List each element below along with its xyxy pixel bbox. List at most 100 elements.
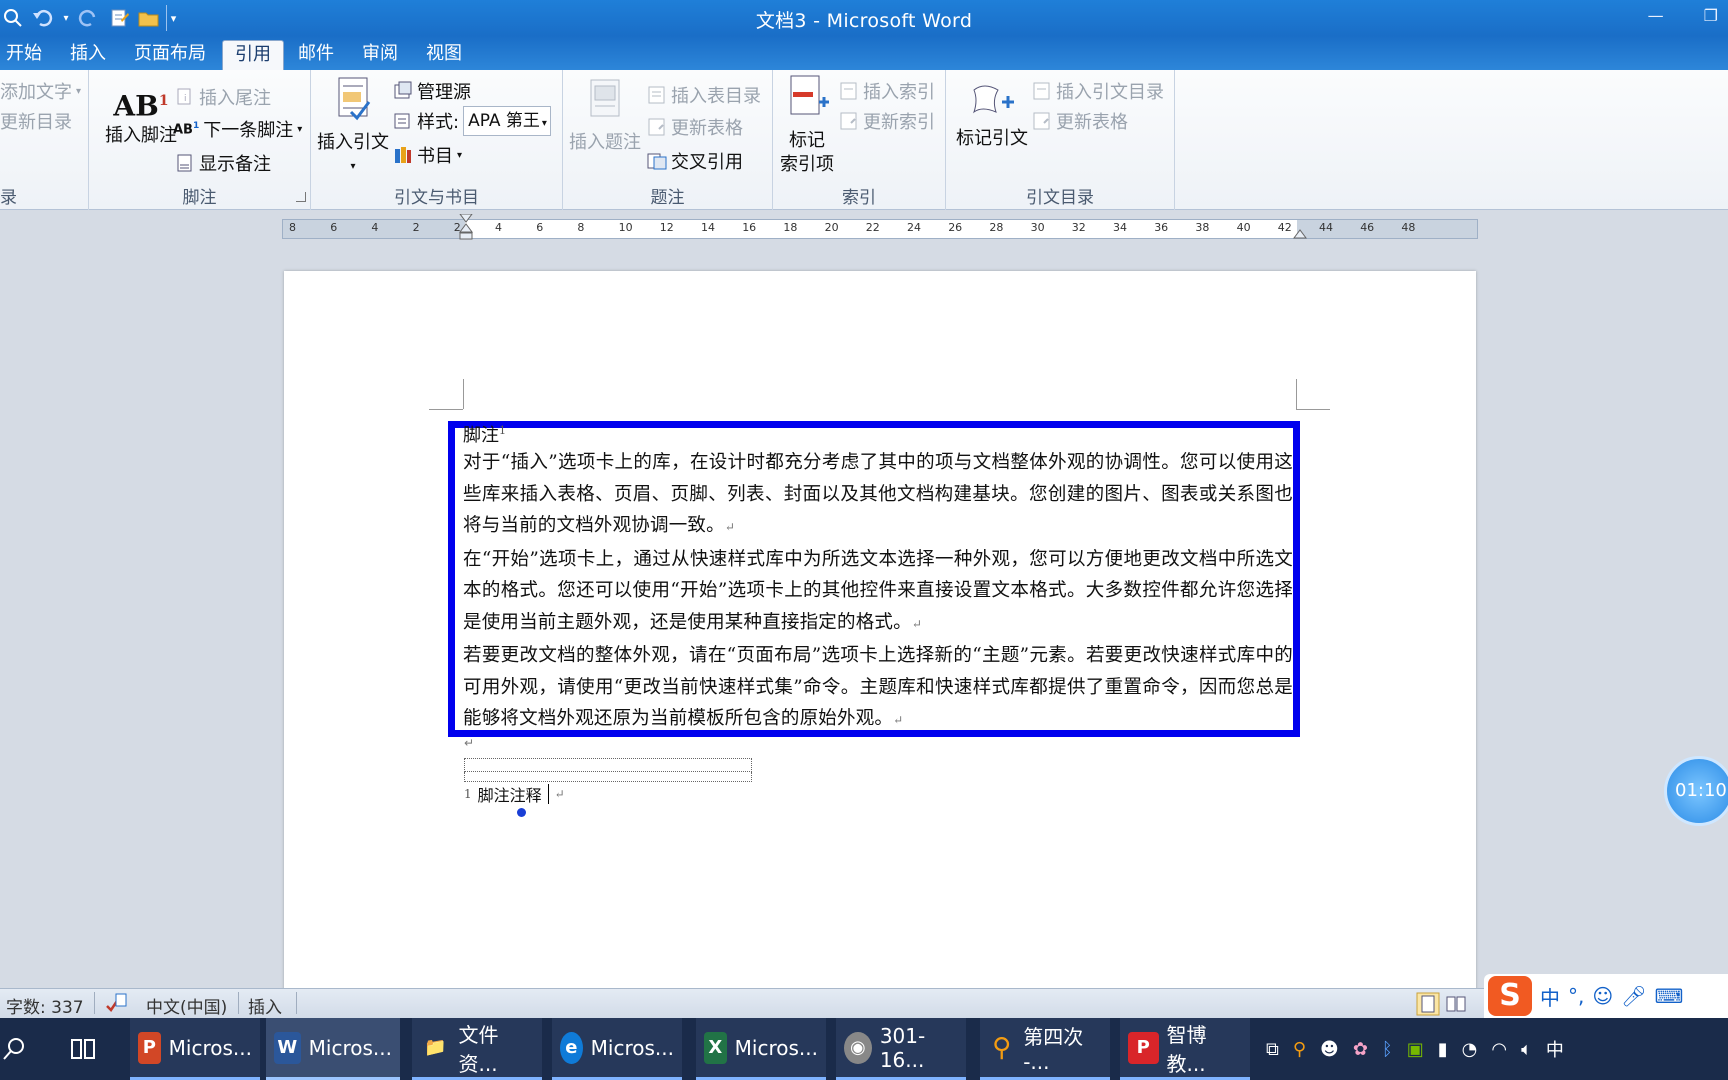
insert-citation-button[interactable]: 插入引文 ▾ [315,76,391,179]
ruler-number: 6 [536,221,544,234]
emoji-icon[interactable]: ☺ [1592,984,1613,1008]
taskbar-label: 文件资... [458,1022,499,1076]
microphone-icon[interactable]: 🎤︎ [1621,984,1646,1008]
manage-sources-button[interactable]: 管理源 [393,78,471,104]
tab-view[interactable]: 视图 [422,40,466,70]
document-heading: 脚注1 [463,420,1293,447]
footnote-area[interactable]: 1 脚注注释 ↵ [464,782,565,806]
print-layout-view-icon[interactable] [1416,992,1440,1016]
update-index-button[interactable]: 更新索引 [839,108,935,134]
taskbar-powerpoint[interactable]: P Micros... [130,1018,260,1080]
footnote-dialog-launcher[interactable] [296,192,306,202]
tray-volume-icon[interactable]: 🔈︎ [1521,1039,1532,1060]
style-dropdown[interactable]: APA 第王 ▾ [463,106,552,136]
taskbar-edge[interactable]: e Micros... [552,1018,682,1080]
style-label: 样式: [417,112,460,133]
insert-table-of-figures-button[interactable]: 插入表目录 [647,82,761,108]
ruler-number: 30 [1030,221,1045,234]
taskbar-media[interactable]: ◉ 301-16... [836,1018,966,1080]
insert-caption-button[interactable]: 插入题注 [567,76,643,155]
taskbar-excel[interactable]: X Micros... [696,1018,826,1080]
mark-entry-button[interactable]: 标记 索引项 [775,74,839,177]
tray-language-indicator[interactable]: 中 [1546,1036,1564,1062]
mark-entry-label-line1: 标记 [789,130,825,151]
citations-group: 插入引文 ▾ 管理源 样式: APA 第王 ▾ 书目 ▾ 引文与书目 [311,70,563,210]
bibliography-button[interactable]: 书目 ▾ [393,142,462,168]
horizontal-ruler[interactable]: 8 6 4 2 2 4 6 8 10 12 14 16 18 20 22 24 26 28 30 32 34 36 38 40… [282,214,1478,240]
taskbar-label: 智博教... [1166,1022,1207,1076]
right-indent-marker-icon[interactable] [1293,226,1307,240]
cross-reference-button[interactable]: 交叉引用 [647,148,743,174]
insert-endnote-button[interactable]: i 插入尾注 [175,84,271,110]
text-frame[interactable]: 脚注1 对于“插入”选项卡上的库，在设计时都充分考虑了其中的项与文档整体外观的协… [448,421,1300,737]
tab-review[interactable]: 审阅 [358,40,402,70]
insert-toa-button[interactable]: 插入引文目录 [1032,78,1164,104]
insert-toa-label: 插入引文目录 [1056,82,1164,103]
update-index-label: 更新索引 [863,112,935,133]
mark-entry-icon [790,75,829,115]
taskbar-word[interactable]: W Micros... [266,1018,400,1080]
ruler-number: 10 [618,221,633,234]
taskbar-file-explorer[interactable]: 📁 文件资... [412,1018,542,1080]
word-count[interactable]: 字数: 337 [6,993,84,1018]
citations-group-label: 引文与书目 [394,188,479,208]
mark-citation-label: 标记引文 [956,128,1028,149]
tab-page-layout[interactable]: 页面布局 [130,40,210,70]
style-selector[interactable]: 样式: APA 第王 ▾ [393,106,552,136]
cross-reference-label: 交叉引用 [671,152,743,173]
document-page[interactable]: 脚注1 对于“插入”选项卡上的库，在设计时都充分考虑了其中的项与文档整体外观的协… [284,271,1476,991]
insert-index-button[interactable]: 插入索引 [839,78,935,104]
tray-gpu-icon[interactable]: ▣ [1407,1039,1424,1060]
task-view-icon[interactable] [70,1036,98,1062]
tray-chat-icon[interactable]: ☻ [1320,1039,1339,1060]
proofing-icon[interactable] [104,992,128,1014]
full-screen-reading-icon[interactable] [1444,992,1468,1016]
index-group: 标记 索引项 插入索引 更新索引 索引 [773,70,946,210]
taskbar-search-app[interactable]: ⚲ 第四次 -... [980,1018,1110,1080]
tray-search-icon[interactable]: ⚲ [1293,1039,1306,1060]
tray-network-icon[interactable]: ◔ [1462,1039,1478,1060]
recording-timer[interactable]: 01:10 [1664,756,1728,826]
indent-marker-icon[interactable] [458,214,474,248]
search-icon[interactable] [2,1036,28,1062]
mark-citation-button[interactable]: 标记引文 [950,80,1034,151]
ruler-number: 48 [1401,221,1416,234]
footnote-text: 脚注注释 [477,786,542,805]
tray-wifi-icon[interactable]: ◠ [1491,1039,1507,1060]
tray-usb-icon[interactable]: ▮ [1438,1039,1448,1060]
punctuation-icon[interactable]: °, [1568,984,1584,1008]
add-text-button[interactable]: 添加文字 ▾ [0,78,81,104]
tab-home[interactable]: 开始 [2,40,46,70]
update-toc-button[interactable]: 更新目录 [0,108,72,134]
sogou-logo-icon[interactable]: S [1488,976,1532,1016]
language-indicator[interactable]: 中文(中国) [146,993,227,1018]
tab-references[interactable]: 引用 [222,40,284,70]
ruler-number: 36 [1154,221,1169,234]
restore-button[interactable]: ❐ [1704,6,1718,25]
insert-endnote-label: 插入尾注 [199,88,271,109]
update-toa-button[interactable]: 更新表格 [1032,108,1128,134]
tray-desktop-icon[interactable]: ⧉ [1266,1039,1279,1060]
tray-bluetooth-icon[interactable]: ᛒ [1382,1039,1393,1060]
tray-flower-icon[interactable]: ✿ [1353,1039,1368,1060]
dropdown-arrow-icon: ▾ [457,149,463,161]
minimize-button[interactable]: — [1648,6,1664,25]
update-table-label: 更新表格 [671,118,743,139]
cross-reference-icon [647,153,667,170]
update-table-button[interactable]: 更新表格 [647,114,743,140]
paragraph-mark-icon: ↵ [911,616,923,631]
paragraph-mark-icon: ↵ [724,520,736,534]
dropdown-arrow-icon: ▾ [350,161,356,172]
show-notes-button[interactable]: 显示备注 [175,150,271,176]
next-footnote-button[interactable]: AB1 下一条脚注 ▾ [173,116,302,142]
ime-language-toggle[interactable]: 中 [1540,982,1560,1011]
ribbon: 添加文字 ▾ 更新目录 录 AB1 插入脚注 i 插入尾注 AB1 下一条脚注 ▾… [0,70,1728,210]
tab-insert[interactable]: 插入 [66,40,110,70]
manage-sources-icon [394,81,412,99]
ruler-number: 4 [371,221,379,234]
taskbar-pdf[interactable]: P 智博教... [1120,1018,1250,1080]
tab-mailings[interactable]: 邮件 [294,40,338,70]
insert-mode-indicator[interactable]: 插入 [248,993,282,1018]
keyboard-icon[interactable]: ⌨ [1655,984,1684,1008]
toc-group-label: 录 [0,188,17,208]
